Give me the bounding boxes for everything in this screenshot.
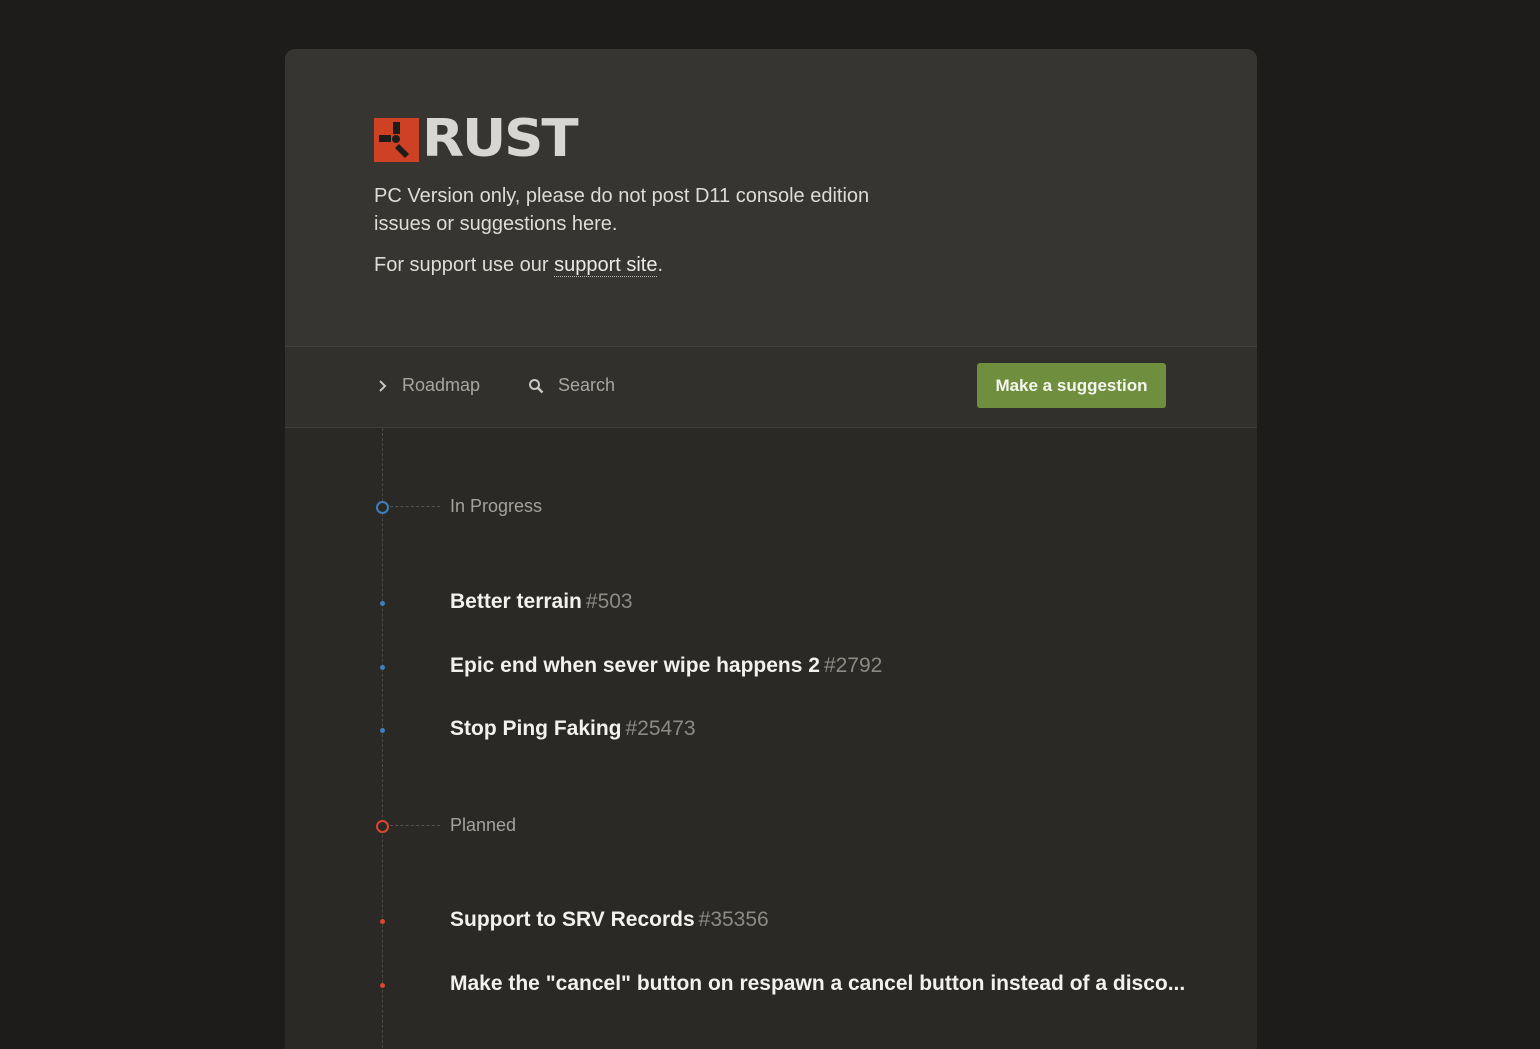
- rust-logo-text: RUST: [422, 109, 579, 169]
- roadmap-link[interactable]: Roadmap: [378, 375, 480, 396]
- post-number: #503: [585, 590, 633, 613]
- status-label: Planned: [450, 815, 517, 835]
- search-trigger[interactable]: Search: [528, 375, 615, 396]
- post-dot-icon: [380, 728, 385, 733]
- rust-logo-icon: [374, 117, 419, 162]
- post-name: Stop Ping Faking: [450, 717, 622, 740]
- roadmap-post[interactable]: Stop Ping Faking #25473: [285, 714, 1257, 748]
- post-number: #2792: [823, 654, 883, 677]
- roadmap-post[interactable]: Make the "cancel" button on respawn a ca…: [285, 969, 1257, 1003]
- post-name: Better terrain: [450, 590, 582, 613]
- status-label: In Progress: [450, 496, 543, 516]
- board-card: RUST PC Version only, please do not post…: [285, 49, 1257, 1049]
- status-connector: [390, 506, 440, 507]
- support-site-link[interactable]: support site: [554, 254, 658, 277]
- roadmap-post[interactable]: Epic end when sever wipe happens 2 #2792: [285, 651, 1257, 685]
- search-icon: [528, 378, 544, 394]
- post-number: #35356: [698, 908, 769, 931]
- roadmap-label: Roadmap: [402, 375, 481, 395]
- support-prefix: For support use our: [374, 254, 555, 276]
- board-description: PC Version only, please do not post D11 …: [374, 185, 870, 235]
- support-line: For support use our support site.: [374, 251, 663, 279]
- status-ring-icon: [376, 501, 389, 514]
- status-heading-in-progress: In Progress: [285, 493, 1257, 523]
- post-title[interactable]: Make the "cancel" button on respawn a ca…: [450, 972, 1189, 996]
- board-toolbar: Roadmap Search Make a suggestion: [285, 347, 1257, 428]
- post-title[interactable]: Stop Ping Faking #25473: [450, 717, 696, 741]
- rust-logo[interactable]: RUST: [374, 113, 579, 165]
- roadmap-post[interactable]: Better terrain #503: [285, 587, 1257, 621]
- support-suffix: .: [657, 254, 664, 276]
- status-connector: [390, 825, 440, 826]
- post-title[interactable]: Support to SRV Records #35356: [450, 908, 769, 932]
- post-number: #25473: [625, 717, 696, 740]
- post-name: Make the "cancel" button on respawn a ca…: [450, 972, 1186, 995]
- search-label: Search: [558, 375, 616, 395]
- post-title[interactable]: Better terrain #503: [450, 590, 633, 614]
- make-suggestion-button[interactable]: Make a suggestion: [977, 363, 1166, 408]
- post-name: Epic end when sever wipe happens 2: [450, 654, 820, 677]
- post-dot-icon: [380, 919, 385, 924]
- chevron-right-icon: [378, 379, 388, 393]
- status-ring-icon: [376, 820, 389, 833]
- board-header: RUST PC Version only, please do not post…: [285, 49, 1257, 347]
- status-heading-planned: Planned: [285, 812, 1257, 842]
- post-dot-icon: [380, 665, 385, 670]
- roadmap-post[interactable]: Support to SRV Records #35356: [285, 905, 1257, 939]
- post-name: Support to SRV Records: [450, 908, 695, 931]
- post-title[interactable]: Epic end when sever wipe happens 2 #2792: [450, 654, 882, 678]
- post-dot-icon: [380, 601, 385, 606]
- post-dot-icon: [380, 983, 385, 988]
